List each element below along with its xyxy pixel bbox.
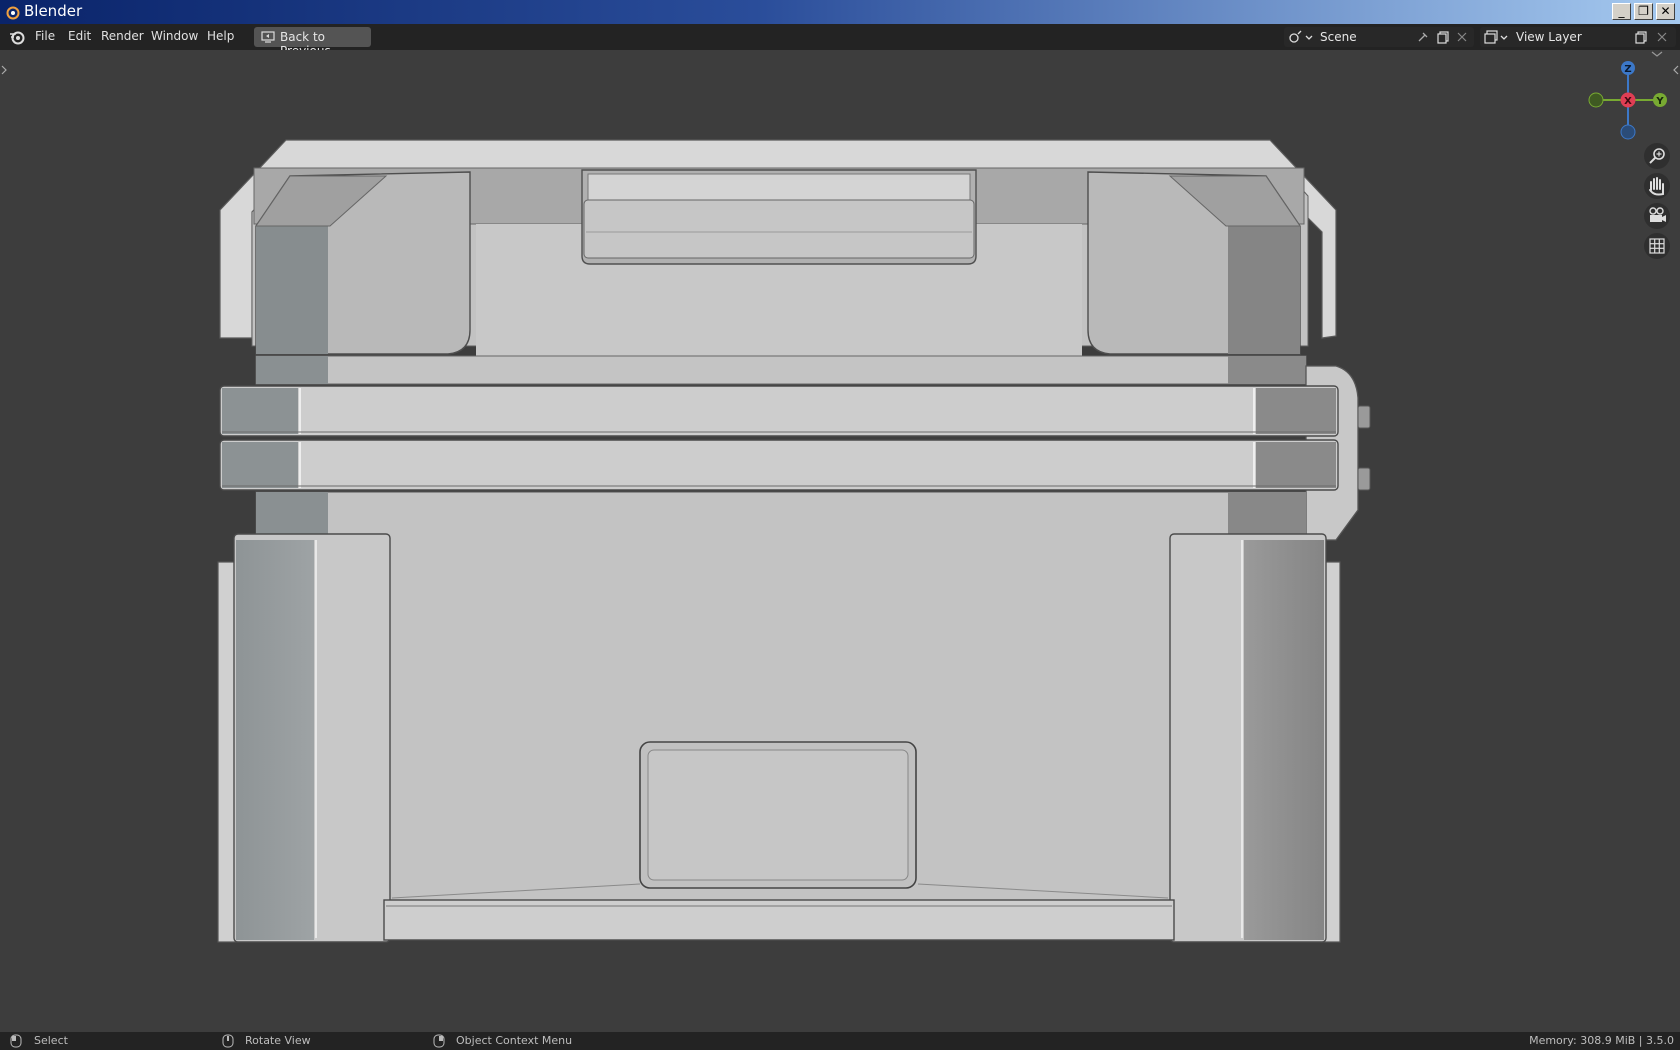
new-scene-icon[interactable] bbox=[1436, 30, 1450, 44]
scene-selector[interactable]: Scene bbox=[1284, 27, 1474, 47]
delete-scene-icon[interactable] bbox=[1456, 31, 1468, 43]
header-collapse-icon[interactable] bbox=[1651, 51, 1663, 57]
gizmo-y-handle[interactable]: Y bbox=[1653, 93, 1667, 107]
window-title: Blender bbox=[24, 2, 83, 20]
delete-view-layer-icon[interactable] bbox=[1656, 31, 1668, 43]
perspective-toggle-button[interactable] bbox=[1644, 233, 1670, 259]
zoom-button-bg bbox=[1644, 143, 1670, 169]
navigation-gizmo[interactable]: Z Y X bbox=[1588, 61, 1667, 140]
gizmo-x-label: X bbox=[1624, 96, 1632, 107]
gizmo-y-label: Y bbox=[1655, 96, 1664, 107]
menu-render[interactable]: Render bbox=[101, 29, 144, 43]
gizmo-neg-y-handle[interactable] bbox=[1588, 92, 1604, 108]
menu-file[interactable]: File bbox=[35, 29, 55, 43]
camera-view-button[interactable] bbox=[1644, 203, 1670, 229]
maximize-button[interactable]: ❐ bbox=[1634, 3, 1653, 20]
blender-menu-icon[interactable] bbox=[8, 28, 26, 46]
pan-button[interactable] bbox=[1644, 173, 1670, 199]
mouse-middle-icon bbox=[222, 1034, 234, 1048]
new-view-layer-icon[interactable] bbox=[1634, 30, 1648, 44]
menu-edit[interactable]: Edit bbox=[68, 29, 91, 43]
perspective-button-bg bbox=[1644, 233, 1670, 259]
mouse-left-icon bbox=[10, 1034, 22, 1048]
mouse-right-icon bbox=[433, 1034, 445, 1048]
close-window-button[interactable]: ✕ bbox=[1656, 3, 1675, 20]
gizmo-z-label: Z bbox=[1624, 64, 1631, 75]
pin-icon[interactable] bbox=[1416, 30, 1430, 44]
crate-model bbox=[217, 139, 1371, 943]
render-layers-icon bbox=[1484, 30, 1508, 44]
status-select: Select bbox=[34, 1034, 68, 1047]
gizmo-neg-z-handle[interactable] bbox=[1620, 124, 1636, 140]
toolbar-expand-icon[interactable] bbox=[1, 65, 7, 75]
scene-icon bbox=[1289, 30, 1313, 43]
minimize-button[interactable]: _ bbox=[1612, 3, 1631, 20]
menu-help[interactable]: Help bbox=[207, 29, 234, 43]
window-titlebar: Blender _ ❐ ✕ bbox=[0, 0, 1680, 24]
back-to-previous-button[interactable]: Back to Previous bbox=[254, 27, 371, 58]
blender-logo-icon bbox=[6, 6, 20, 20]
3d-viewport[interactable]: Z Y X bbox=[0, 50, 1680, 1032]
scene-name: Scene bbox=[1320, 30, 1357, 44]
status-object-context-menu: Object Context Menu bbox=[456, 1034, 573, 1047]
gizmo-x-handle[interactable]: X bbox=[1620, 92, 1636, 108]
zoom-button[interactable] bbox=[1644, 143, 1670, 169]
sidebar-expand-icon[interactable] bbox=[1673, 65, 1679, 75]
gizmo-z-handle[interactable]: Z bbox=[1621, 61, 1635, 75]
top-menubar: File Edit Render Window Help Back to Pre… bbox=[0, 24, 1680, 58]
status-bar: Select Rotate View Object Context Menu M… bbox=[0, 1032, 1680, 1050]
view-layer-name: View Layer bbox=[1516, 30, 1582, 44]
view-layer-selector[interactable]: View Layer bbox=[1480, 27, 1676, 47]
menu-window[interactable]: Window bbox=[151, 29, 198, 43]
viewport-canvas[interactable]: Z Y X bbox=[0, 50, 1680, 1032]
status-memory: Memory: 308.9 MiB | 3.5.0 bbox=[1529, 1034, 1674, 1047]
status-rotate-view: Rotate View bbox=[245, 1034, 311, 1047]
screen-back-icon bbox=[261, 31, 275, 43]
